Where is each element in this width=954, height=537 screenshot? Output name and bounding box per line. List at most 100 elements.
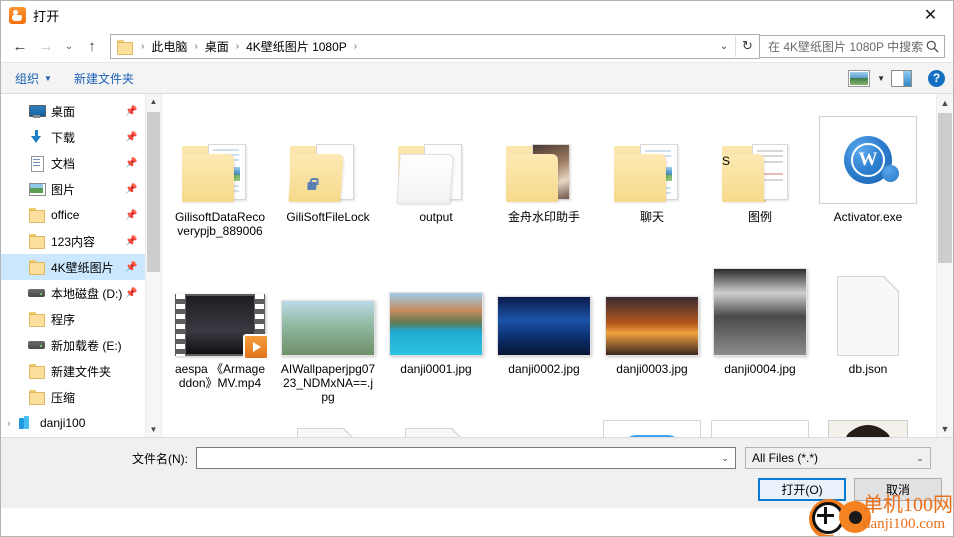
file-name: danji0004.jpg (724, 362, 796, 376)
file-item[interactable] (274, 406, 382, 437)
pin-icon[interactable]: 📌 (125, 132, 137, 143)
file-item[interactable]: GiliSoftFileLock (274, 102, 382, 254)
file-item[interactable]: danji0004.jpg (706, 254, 814, 406)
sidebar-item-123content[interactable]: 123内容 📌 (1, 228, 145, 254)
pin-icon[interactable]: 📌 (125, 236, 137, 247)
pin-icon[interactable]: 📌 (125, 262, 137, 273)
sidebar-item-new-folder[interactable]: 新建文件夹 (1, 358, 145, 384)
breadcrumb-separator[interactable]: › (349, 41, 362, 52)
file-item[interactable]: 金舟水印助手 (490, 102, 598, 254)
file-item-activator-exe[interactable]: W Activator.exe (814, 102, 922, 254)
sidebar-item-local-disk-d[interactable]: 本地磁盘 (D:) 📌 (1, 280, 145, 306)
file-item[interactable] (814, 406, 922, 437)
breadcrumb-separator[interactable]: › (189, 41, 202, 52)
scrollbar-thumb[interactable] (147, 112, 160, 272)
scroll-up-icon[interactable]: ▲ (937, 94, 953, 111)
wps-w-icon: W (844, 136, 899, 184)
file-item[interactable]: GilisoftDataRecoverypjb_889006 (166, 102, 274, 254)
search-input[interactable]: 在 4K壁纸图片 1080P 中搜索 (760, 34, 945, 58)
dialog-body: 桌面 📌 下载 📌 文档 📌 图片 📌 office 📌 123内容 📌 4K壁… (1, 94, 953, 437)
sidebar-item-new-volume-e[interactable]: 新加载卷 (E:) (1, 332, 145, 358)
breadcrumb-item-2[interactable]: 4K壁纸图片 1080P (244, 38, 349, 55)
downloads-icon (28, 129, 45, 145)
file-item[interactable] (382, 406, 490, 437)
file-item[interactable]: danji0003.jpg (598, 254, 706, 406)
file-list-scrollbar[interactable]: ▲ ▼ (936, 94, 953, 437)
folder-icon (182, 142, 258, 204)
file-item[interactable]: output (382, 102, 490, 254)
chevron-down-icon[interactable]: ⌄ (910, 453, 930, 464)
sidebar-item-compressed[interactable]: 压缩 (1, 384, 145, 410)
file-item[interactable] (166, 406, 274, 437)
file-type-select[interactable]: All Files (*.*) ⌄ (745, 447, 931, 469)
file-item[interactable]: 360ZIP (490, 406, 598, 437)
chevron-down-icon: ▼ (44, 73, 52, 83)
thumbnail (603, 412, 701, 437)
sidebar-item-label: 图片 (51, 182, 76, 197)
pin-icon[interactable]: 📌 (125, 288, 137, 299)
file-name: AIWallpaperjpg0723_NDMxNA==.jpg (280, 362, 376, 404)
sidebar-item-desktop[interactable]: 桌面 📌 (1, 98, 145, 124)
thumbnail (614, 108, 690, 204)
chevron-down-icon[interactable]: ▼ (877, 74, 885, 83)
scroll-down-icon[interactable]: ▼ (146, 422, 161, 437)
view-mode-icon[interactable] (848, 69, 871, 87)
file-item[interactable]: aespa 《Armageddon》MV.mp4 (166, 254, 274, 406)
sidebar-item-downloads[interactable]: 下载 📌 (1, 124, 145, 150)
chevron-right-icon[interactable]: › (1, 418, 17, 428)
organize-button[interactable]: 组织 ▼ (15, 70, 52, 87)
sidebar-item-4k-wallpapers[interactable]: 4K壁纸图片 📌 (1, 254, 145, 280)
dialog-footer: 文件名(N): ⌄ All Files (*.*) ⌄ 打开(O) 取消 (1, 437, 953, 508)
pin-icon[interactable]: 📌 (125, 158, 137, 169)
sidebar-item-office[interactable]: office 📌 (1, 202, 145, 228)
chevron-down-icon[interactable]: ⌄ (715, 453, 735, 464)
refresh-icon[interactable]: ↻ (735, 35, 759, 57)
pin-icon[interactable]: 📌 (125, 184, 137, 195)
scroll-up-icon[interactable]: ▲ (146, 94, 161, 109)
file-grid: GilisoftDataRecoverypjb_889006 GiliSoftF… (162, 94, 953, 437)
sidebar-scrollbar[interactable]: ▲ ▼ (145, 94, 161, 437)
navigation-bar: ← → ⌄ ↑ › 此电脑 › 桌面 › 4K壁纸图片 1080P › ⌄ ↻ … (1, 30, 953, 62)
title-bar: 打开 ✕ (1, 1, 953, 30)
new-folder-label: 新建文件夹 (73, 71, 134, 86)
filename-input[interactable]: ⌄ (196, 447, 736, 469)
scrollbar-thumb[interactable] (938, 113, 952, 263)
sidebar-item-programs[interactable]: 程序 (1, 306, 145, 332)
forward-button[interactable]: → (33, 33, 59, 59)
pin-icon[interactable]: 📌 (125, 106, 137, 117)
desktop-icon (28, 103, 46, 119)
pin-icon[interactable]: 📌 (125, 210, 137, 221)
file-item[interactable]: AIWallpaperjpg0723_NDMxNA==.jpg (274, 254, 382, 406)
recent-locations-button[interactable]: ⌄ (59, 33, 79, 59)
file-item[interactable] (598, 406, 706, 437)
scroll-down-icon[interactable]: ▼ (937, 420, 953, 437)
file-name: danji0002.jpg (508, 362, 580, 376)
file-item[interactable]: 聊天 (598, 102, 706, 254)
new-folder-button[interactable]: 新建文件夹 (74, 70, 134, 87)
up-button[interactable]: ↑ (79, 33, 105, 59)
address-bar[interactable]: › 此电脑 › 桌面 › 4K壁纸图片 1080P › ⌄ ↻ (110, 33, 760, 59)
open-button[interactable]: 打开(O) (758, 478, 846, 501)
back-button[interactable]: ← (7, 33, 33, 59)
file-item[interactable]: danji0002.jpg (490, 254, 598, 406)
sidebar-item-documents[interactable]: 文档 📌 (1, 150, 145, 176)
breadcrumb-separator[interactable]: › (136, 41, 149, 52)
preview-pane-icon[interactable] (891, 69, 912, 87)
breadcrumb-item-1[interactable]: 桌面 (203, 38, 231, 55)
file-list-view[interactable]: GilisoftDataRecoverypjb_889006 GiliSoftF… (161, 94, 953, 437)
watermark-line2: danji100.com (863, 516, 946, 532)
breadcrumb-item-0[interactable]: 此电脑 (149, 38, 189, 55)
file-item[interactable]: S (706, 406, 814, 437)
cancel-button[interactable]: 取消 (854, 478, 942, 501)
sidebar-item-pictures[interactable]: 图片 📌 (1, 176, 145, 202)
file-name: danji0001.jpg (400, 362, 472, 376)
breadcrumb-separator[interactable]: › (231, 41, 244, 52)
file-item[interactable]: db.json (814, 254, 922, 406)
chevron-down-icon[interactable]: ⌄ (713, 36, 735, 57)
help-icon[interactable]: ? (928, 69, 945, 87)
file-item[interactable]: danji0001.jpg (382, 254, 490, 406)
file-item[interactable]: S 图例 (706, 102, 814, 254)
sidebar-item-danji100[interactable]: › danji100 (1, 410, 145, 436)
close-icon[interactable]: ✕ (908, 1, 953, 30)
image-thumbnail (389, 292, 483, 356)
